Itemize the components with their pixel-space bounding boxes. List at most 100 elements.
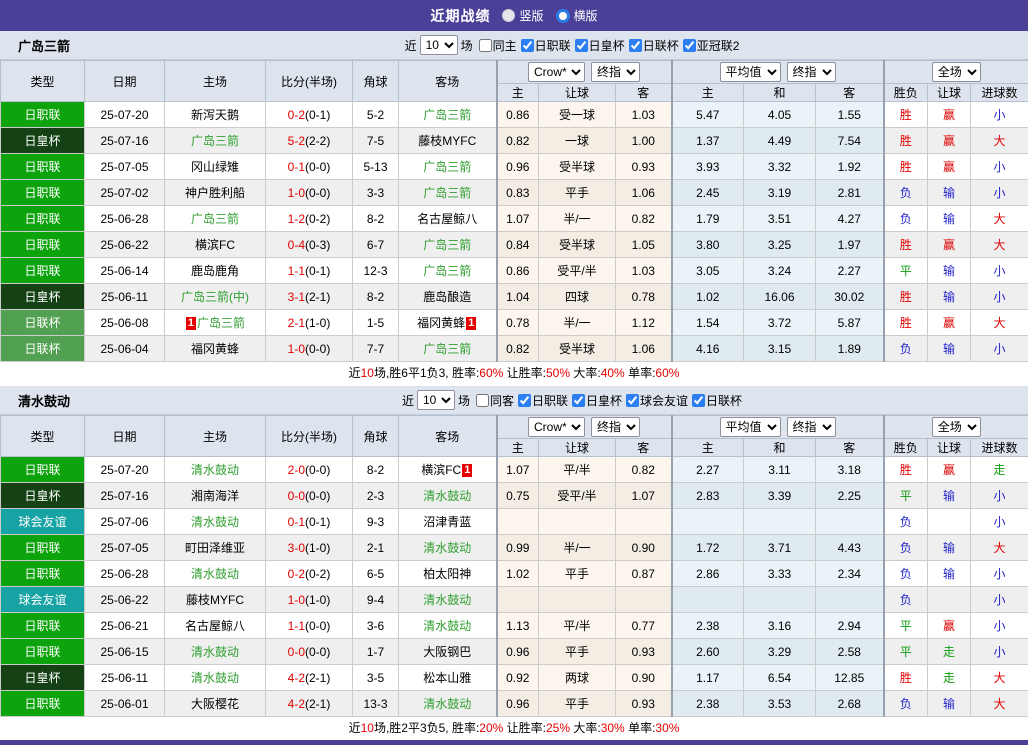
handicap-odds-away: 1.05 [616, 232, 672, 258]
league-checkbox[interactable] [692, 394, 705, 407]
same-venue-checkbox[interactable] [479, 39, 492, 52]
league-filter-option[interactable]: 球会友谊 [622, 392, 688, 409]
league-filter-option[interactable]: 日联杯 [625, 37, 679, 54]
avg-odds-away: 2.68 [816, 691, 884, 717]
fulltime-select[interactable]: 全场 [932, 62, 981, 82]
avg-odds-draw [744, 509, 816, 535]
same-venue-option[interactable]: 同主 [475, 37, 517, 54]
fulltime-select[interactable]: 全场 [932, 417, 981, 437]
record-summary: 近10场,胜6平1负3, 胜率:60% 让胜率:50% 大率:40% 单率:60… [0, 362, 1028, 384]
average-select[interactable]: 平均值 [720, 417, 781, 437]
bookmaker-group-header: Crow* 终指 [497, 416, 672, 439]
match-date: 25-07-20 [85, 102, 165, 128]
result-goals: 大 [971, 665, 1028, 691]
summary-segment: 30% [655, 721, 679, 735]
final-index-select[interactable]: 终指 [787, 417, 836, 437]
average-group-header: 平均值终指 [672, 416, 884, 439]
avg-odds-draw: 3.71 [744, 535, 816, 561]
league-checkbox[interactable] [518, 394, 531, 407]
match-score: 1-1(0-1) [266, 258, 353, 284]
final-index-select[interactable]: 终指 [787, 62, 836, 82]
avg-odds-draw: 3.51 [744, 206, 816, 232]
halftime-score: (0-0) [305, 160, 330, 174]
avg-odds-away [816, 587, 884, 613]
avg-odds-away: 2.81 [816, 180, 884, 206]
avg-odds-away: 12.85 [816, 665, 884, 691]
handicap-odds-away: 1.03 [616, 102, 672, 128]
match-date: 25-07-02 [85, 180, 165, 206]
fulltime-score: 0-0 [288, 645, 305, 659]
handicap-odds-away: 1.06 [616, 336, 672, 362]
column-subheader: 胜负 [884, 439, 928, 457]
league-filter-option[interactable]: 日联杯 [688, 392, 742, 409]
halftime-score: (0-3) [305, 238, 330, 252]
home-team: 1广岛三箭 [165, 310, 266, 336]
league-filter-option[interactable]: 日皇杯 [571, 37, 625, 54]
layout-radio-vertical[interactable]: 竖版 [502, 7, 543, 24]
avg-odds-draw: 6.54 [744, 665, 816, 691]
handicap-odds-away: 1.12 [616, 310, 672, 336]
corner-score: 2-3 [353, 483, 399, 509]
match-score: 0-4(0-3) [266, 232, 353, 258]
match-score: 0-1(0-0) [266, 154, 353, 180]
average-group-header: 平均值终指 [672, 61, 884, 84]
league-checkbox[interactable] [575, 39, 588, 52]
final-index-select[interactable]: 终指 [591, 62, 640, 82]
home-team: 名古屋鲸八 [165, 613, 266, 639]
column-subheader: 让球 [928, 439, 971, 457]
red-card-badge: 1 [466, 317, 476, 330]
avg-odds-home: 2.83 [672, 483, 744, 509]
match-date: 25-06-22 [85, 232, 165, 258]
layout-radio-horizontal[interactable]: 横版 [556, 7, 598, 24]
home-team: 大阪樱花 [165, 691, 266, 717]
column-subheader: 主 [672, 84, 744, 102]
away-team: 横滨FC1 [399, 457, 497, 483]
match-row: 日联杯25-06-081广岛三箭2-1(1-0)1-5福冈黄蜂10.78半/一1… [1, 310, 1028, 336]
avg-odds-home: 2.45 [672, 180, 744, 206]
avg-odds-home [672, 587, 744, 613]
league-checkbox[interactable] [629, 39, 642, 52]
league-type-badge: 日职联 [1, 691, 85, 717]
handicap-odds-home [497, 509, 539, 535]
league-checkbox[interactable] [626, 394, 639, 407]
team-name-text: 藤枝MYFC [186, 593, 244, 607]
handicap-odds-away: 1.03 [616, 258, 672, 284]
handicap-odds-home: 0.86 [497, 102, 539, 128]
league-checkbox[interactable] [683, 39, 696, 52]
handicap-line: 四球 [539, 284, 616, 310]
handicap-odds-away: 0.90 [616, 665, 672, 691]
fulltime-score: 0-0 [288, 489, 305, 503]
league-filter-option[interactable]: 日职联 [517, 37, 571, 54]
league-filter-option[interactable]: 日职联 [514, 392, 568, 409]
handicap-line: 半/一 [539, 310, 616, 336]
bookmaker-select[interactable]: Crow* [528, 417, 585, 437]
column-subheader: 让球 [539, 84, 616, 102]
avg-odds-home: 3.05 [672, 258, 744, 284]
league-checkbox[interactable] [572, 394, 585, 407]
corner-score: 3-6 [353, 613, 399, 639]
away-team: 清水鼓动 [399, 483, 497, 509]
league-filter-option[interactable]: 日皇杯 [568, 392, 622, 409]
avg-odds-draw: 3.15 [744, 336, 816, 362]
result-winloss: 负 [884, 691, 928, 717]
final-index-select[interactable]: 终指 [591, 417, 640, 437]
column-subheader: 客 [616, 439, 672, 457]
recent-count-select[interactable]: 10 [417, 390, 455, 410]
league-filter-option[interactable]: 亚冠联2 [679, 37, 740, 54]
bookmaker-select[interactable]: Crow* [528, 62, 585, 82]
same-venue-option[interactable]: 同客 [472, 392, 514, 409]
league-type-badge: 日职联 [1, 180, 85, 206]
away-team: 广岛三箭 [399, 154, 497, 180]
same-venue-checkbox[interactable] [476, 394, 489, 407]
match-date: 25-07-05 [85, 535, 165, 561]
result-goals: 小 [971, 509, 1028, 535]
corner-score: 13-3 [353, 691, 399, 717]
handicap-odds-home: 0.96 [497, 154, 539, 180]
average-select[interactable]: 平均值 [720, 62, 781, 82]
recent-count-select[interactable]: 10 [420, 35, 458, 55]
league-checkbox[interactable] [521, 39, 534, 52]
avg-odds-away: 2.58 [816, 639, 884, 665]
away-team: 广岛三箭 [399, 336, 497, 362]
team-name-text: 广岛三箭 [197, 316, 245, 330]
team-name-text: 松本山雅 [423, 671, 471, 685]
